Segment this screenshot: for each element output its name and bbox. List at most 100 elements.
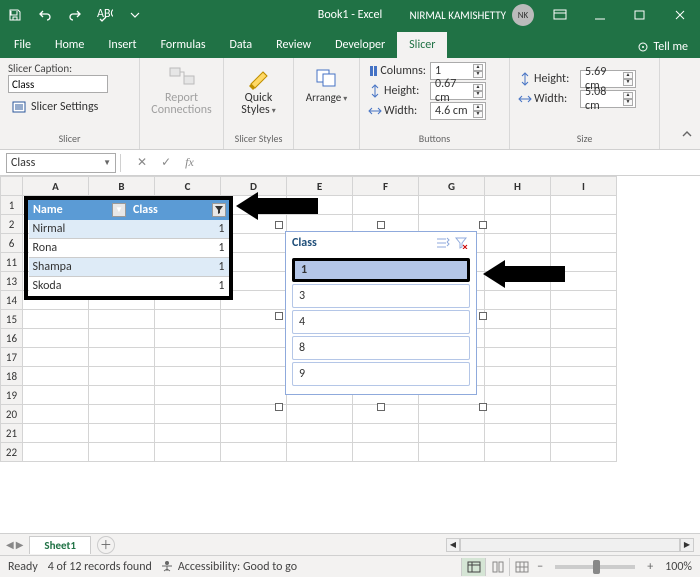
filter-dropdown-icon[interactable]: ▼ bbox=[112, 203, 126, 217]
namebox-dropdown-icon[interactable]: ▼ bbox=[103, 158, 111, 168]
cell[interactable] bbox=[23, 386, 89, 405]
cell[interactable] bbox=[155, 367, 221, 386]
normal-view-icon[interactable] bbox=[461, 558, 485, 576]
collapse-ribbon-icon[interactable] bbox=[680, 127, 694, 145]
row-header[interactable]: 17 bbox=[1, 348, 23, 367]
zoom-percent[interactable]: 100% bbox=[657, 560, 700, 574]
column-header[interactable]: I bbox=[551, 177, 617, 196]
cell[interactable] bbox=[23, 310, 89, 329]
cell[interactable] bbox=[551, 405, 617, 424]
table-header-class[interactable]: Class bbox=[129, 201, 229, 220]
tab-formulas[interactable]: Formulas bbox=[149, 32, 218, 58]
cell[interactable] bbox=[353, 443, 419, 462]
cell[interactable] bbox=[287, 443, 353, 462]
zoom-slider[interactable] bbox=[555, 565, 635, 569]
table-cell[interactable]: 1 bbox=[129, 258, 229, 277]
row-header[interactable]: 13 bbox=[1, 272, 23, 291]
cell[interactable] bbox=[353, 405, 419, 424]
table-header-name[interactable]: Name ▼ bbox=[29, 201, 129, 220]
slicer-width-input[interactable]: 5.08 cm▲▼ bbox=[580, 90, 636, 108]
table-cell[interactable]: 1 bbox=[129, 220, 229, 239]
slicer-box[interactable]: Class 13489 bbox=[285, 231, 477, 395]
tab-slicer[interactable]: Slicer bbox=[397, 32, 447, 58]
cell[interactable] bbox=[89, 348, 155, 367]
tab-scroll-left-icon[interactable]: ◀ bbox=[6, 538, 14, 551]
tab-scroll-right-icon[interactable]: ▶ bbox=[16, 538, 24, 551]
multi-select-icon[interactable] bbox=[434, 234, 452, 252]
cell[interactable] bbox=[23, 348, 89, 367]
column-header[interactable]: A bbox=[23, 177, 89, 196]
column-header[interactable]: G bbox=[419, 177, 485, 196]
cell[interactable] bbox=[89, 443, 155, 462]
cell[interactable] bbox=[485, 386, 551, 405]
cell[interactable] bbox=[221, 424, 287, 443]
selection-handle[interactable] bbox=[479, 221, 487, 229]
row-header[interactable]: 1 bbox=[1, 196, 23, 215]
cell[interactable] bbox=[485, 329, 551, 348]
enter-formula-icon[interactable]: ✓ bbox=[157, 155, 175, 170]
formula-input[interactable] bbox=[206, 153, 700, 173]
redo-icon[interactable] bbox=[60, 0, 90, 30]
cell[interactable] bbox=[485, 215, 551, 234]
cell[interactable] bbox=[485, 424, 551, 443]
selection-handle[interactable] bbox=[479, 312, 487, 320]
slicer-item[interactable]: 1 bbox=[292, 258, 470, 282]
cell[interactable] bbox=[485, 348, 551, 367]
cell[interactable] bbox=[23, 443, 89, 462]
maximize-icon[interactable] bbox=[620, 0, 660, 30]
cell[interactable] bbox=[89, 310, 155, 329]
tab-home[interactable]: Home bbox=[43, 32, 96, 58]
selection-handle[interactable] bbox=[479, 403, 487, 411]
slicer-settings-button[interactable]: Slicer Settings bbox=[8, 96, 131, 118]
selection-handle[interactable] bbox=[377, 403, 385, 411]
cell[interactable] bbox=[485, 196, 551, 215]
spellcheck-icon[interactable]: ABC bbox=[90, 0, 120, 30]
cell[interactable] bbox=[485, 310, 551, 329]
cell[interactable] bbox=[419, 424, 485, 443]
undo-icon[interactable] bbox=[30, 0, 60, 30]
cell[interactable] bbox=[353, 196, 419, 215]
row-header[interactable]: 2 bbox=[1, 215, 23, 234]
cell[interactable] bbox=[155, 329, 221, 348]
cell[interactable] bbox=[89, 386, 155, 405]
page-break-view-icon[interactable] bbox=[509, 558, 533, 576]
fx-icon[interactable]: fx bbox=[181, 155, 198, 170]
sheet-tab[interactable]: Sheet1 bbox=[29, 536, 91, 554]
cell[interactable] bbox=[551, 386, 617, 405]
cell[interactable] bbox=[155, 443, 221, 462]
row-header[interactable]: 16 bbox=[1, 329, 23, 348]
cell[interactable] bbox=[551, 348, 617, 367]
cell[interactable] bbox=[419, 405, 485, 424]
slicer-item[interactable]: 8 bbox=[292, 336, 470, 360]
tab-file[interactable]: File bbox=[2, 32, 43, 58]
page-layout-view-icon[interactable] bbox=[485, 558, 509, 576]
row-header[interactable]: 11 bbox=[1, 253, 23, 272]
tab-review[interactable]: Review bbox=[264, 32, 323, 58]
filter-active-icon[interactable] bbox=[212, 203, 226, 217]
row-header[interactable]: 21 bbox=[1, 424, 23, 443]
cell[interactable] bbox=[89, 424, 155, 443]
save-icon[interactable] bbox=[0, 0, 30, 30]
hscroll-track[interactable] bbox=[460, 538, 680, 552]
arrange-button[interactable]: Arrange bbox=[302, 62, 351, 107]
cancel-formula-icon[interactable]: ✕ bbox=[133, 155, 151, 170]
row-header[interactable]: 22 bbox=[1, 443, 23, 462]
cell[interactable] bbox=[551, 443, 617, 462]
column-header[interactable]: F bbox=[353, 177, 419, 196]
selection-handle[interactable] bbox=[377, 221, 385, 229]
cell[interactable] bbox=[485, 367, 551, 386]
ribbon-display-options-icon[interactable] bbox=[540, 0, 580, 30]
slicer-caption-input[interactable] bbox=[8, 75, 108, 93]
column-header[interactable]: C bbox=[155, 177, 221, 196]
cell[interactable] bbox=[287, 424, 353, 443]
cell[interactable] bbox=[155, 405, 221, 424]
button-height-input[interactable]: 0.67 cm▲▼ bbox=[430, 82, 486, 100]
selection-handle[interactable] bbox=[275, 312, 283, 320]
slicer-item[interactable]: 9 bbox=[292, 362, 470, 386]
cell[interactable] bbox=[23, 367, 89, 386]
clear-filter-icon[interactable] bbox=[452, 234, 470, 252]
table-cell[interactable]: Nirmal bbox=[29, 220, 129, 239]
name-box[interactable]: Class ▼ bbox=[6, 153, 116, 173]
column-header[interactable]: B bbox=[89, 177, 155, 196]
cell[interactable] bbox=[419, 196, 485, 215]
